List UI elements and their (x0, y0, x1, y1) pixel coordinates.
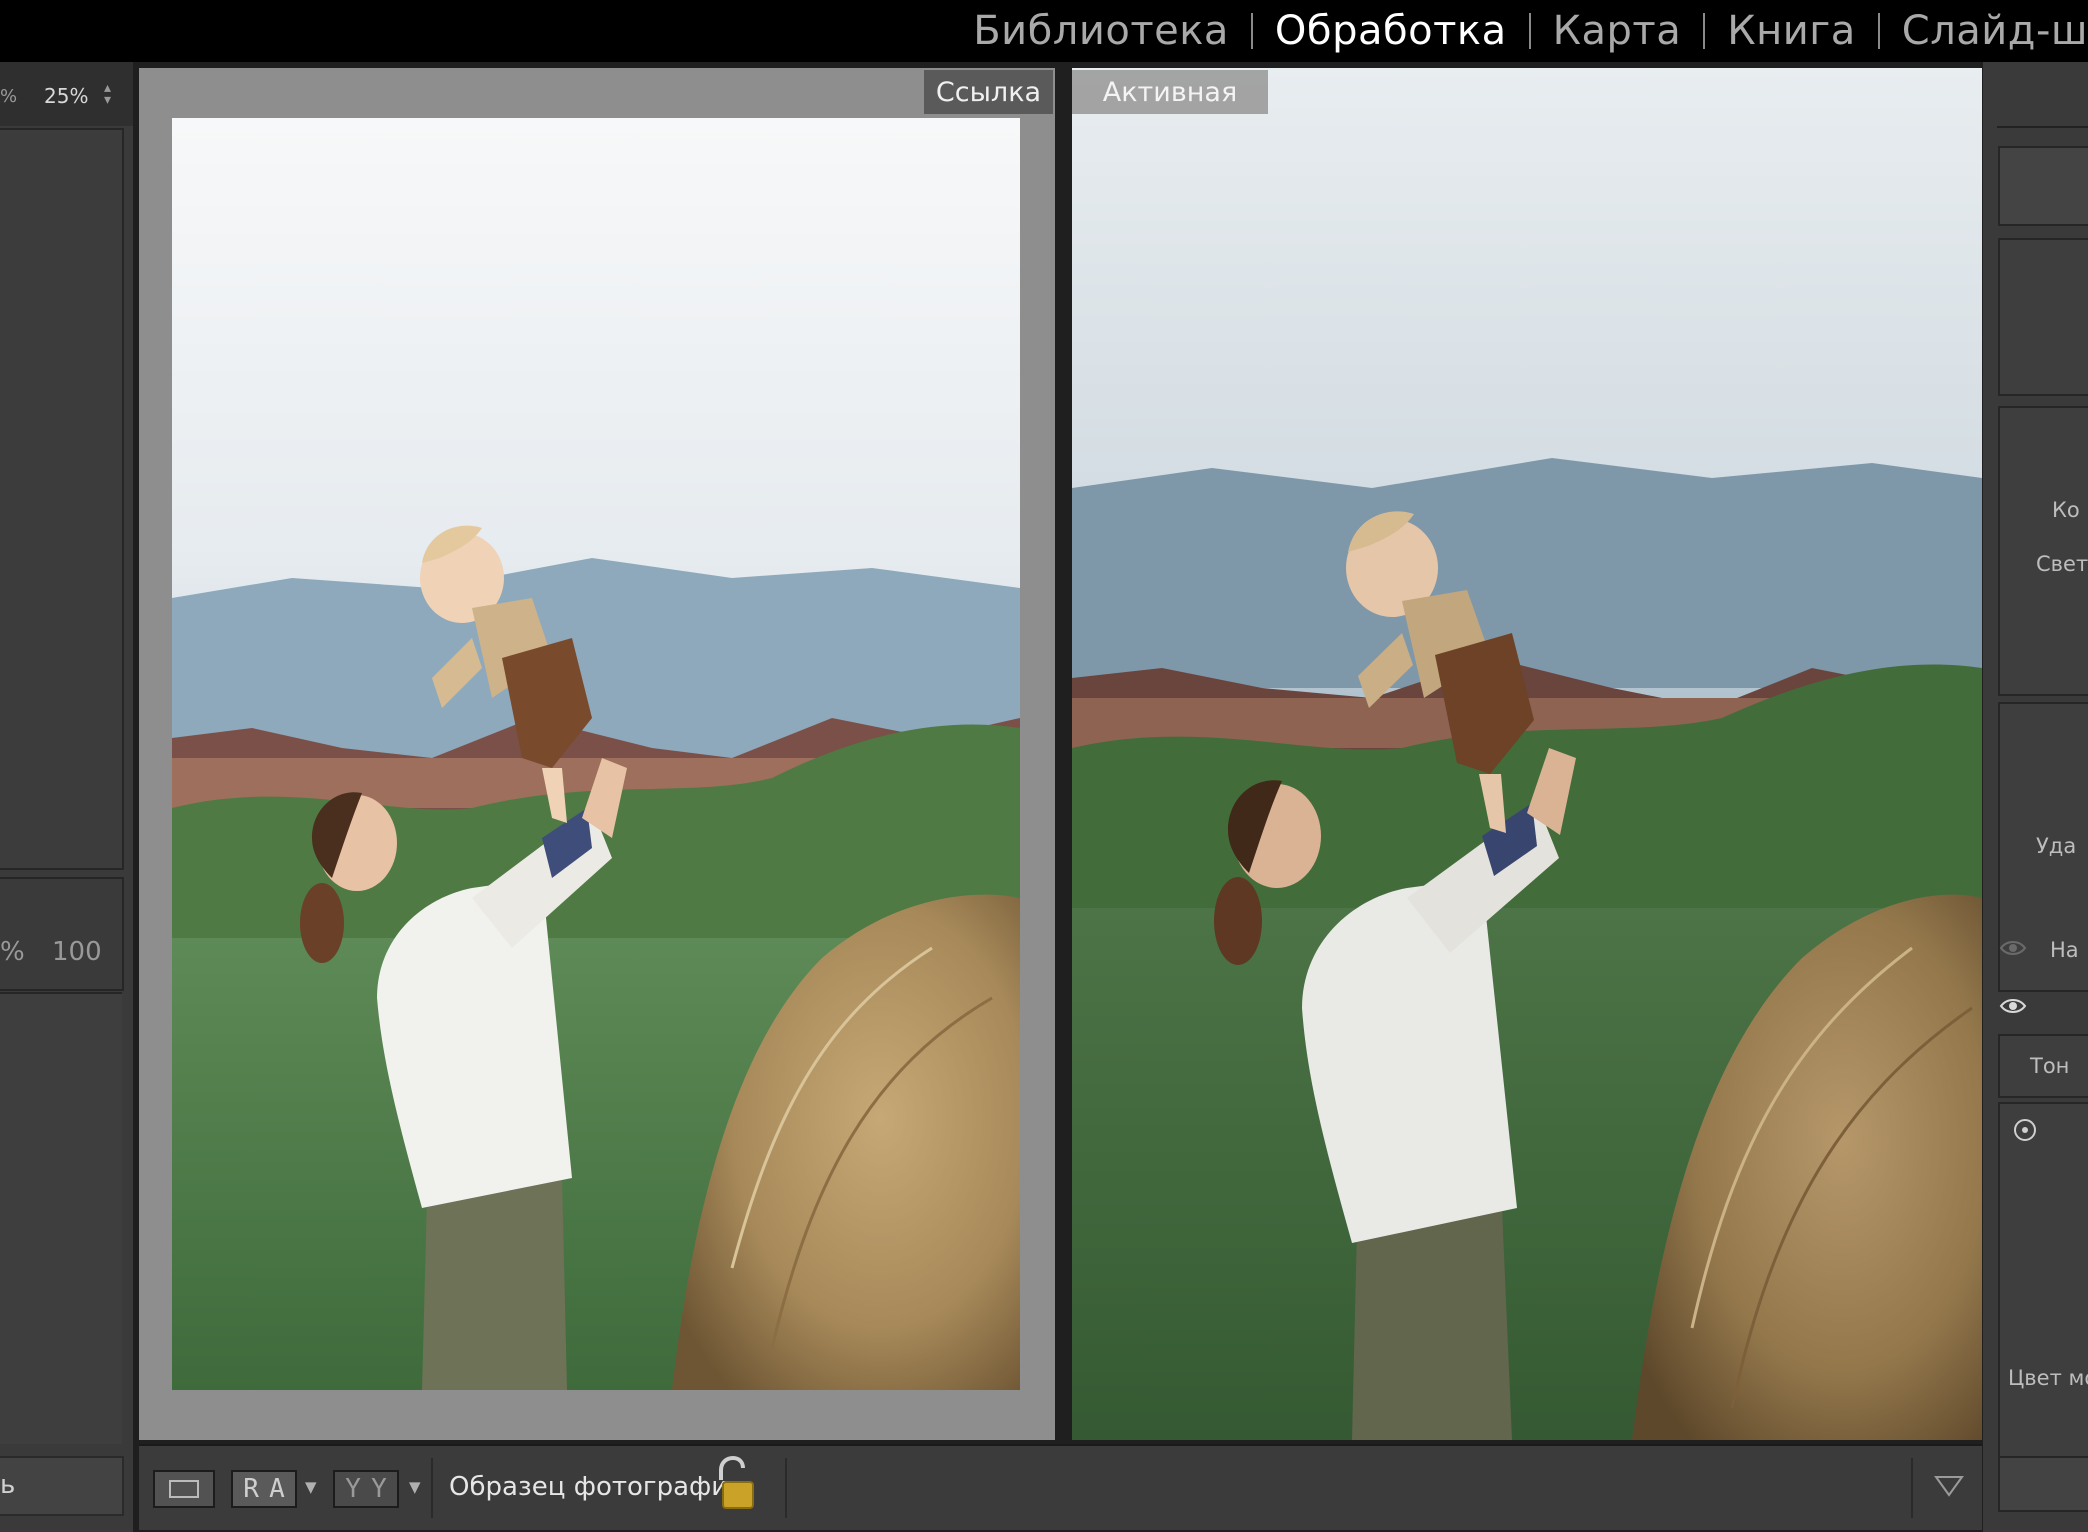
color-panel: Цвет мо (1998, 1102, 2088, 1502)
reference-active-view-button[interactable]: R A (231, 1470, 297, 1508)
module-book[interactable]: Книга (1727, 8, 1856, 54)
right-panel: Ко Свет Уда На Тон Цвет мо (1983, 62, 2088, 1532)
sample-photo-label: Образец фотографии: (449, 1472, 754, 1502)
before-letter: Y (345, 1474, 361, 1504)
module-separator (1528, 13, 1531, 49)
visibility-on-icon[interactable] (1999, 996, 2027, 1016)
preset-amount-panel: % 100 (0, 877, 124, 991)
reference-photo[interactable] (172, 118, 1020, 1390)
loupe-view-button[interactable] (153, 1470, 215, 1508)
basic-panel: Ко Свет (1998, 406, 2088, 696)
target-adjustment-icon[interactable] (2011, 1116, 2039, 1144)
tool-strip[interactable] (1998, 238, 2088, 396)
tab-tone-label: Тон (2030, 1054, 2070, 1078)
toolbar-divider (431, 1458, 433, 1518)
toolbar-menu-triangle-icon[interactable] (1934, 1474, 1964, 1498)
develop-toolbar: R A ▼ Y Y ▼ Образец фотографии: (139, 1444, 1982, 1530)
toolbar-divider (1911, 1458, 1913, 1518)
ra-dropdown-caret-icon[interactable]: ▼ (305, 1478, 317, 1496)
module-separator (1703, 13, 1706, 49)
active-photo[interactable] (1072, 68, 1982, 1440)
left-panel: % 25% ▴ ▾ % 100 ь (0, 62, 133, 1532)
module-develop[interactable]: Обработка (1275, 8, 1507, 54)
panel-label-remove: Уда (2036, 834, 2077, 858)
reference-letter: R (243, 1474, 259, 1504)
module-library[interactable]: Библиотека (973, 8, 1229, 54)
unlock-icon[interactable] (715, 1456, 755, 1512)
visibility-off-icon[interactable] (1999, 938, 2027, 958)
module-bar: Библиотека Обработка Карта Книга Слайд-ш (0, 0, 2088, 62)
tone-tab[interactable]: Тон (1998, 1034, 2088, 1098)
zoom-level-value[interactable]: 25% (44, 84, 88, 108)
module-list: Библиотека Обработка Карта Книга Слайд-ш (973, 0, 2088, 62)
yy-dropdown-caret-icon[interactable]: ▼ (409, 1478, 421, 1496)
copy-button-label: ь (0, 1470, 16, 1500)
panel-label-settings: На (2050, 938, 2079, 962)
active-letter: A (269, 1474, 285, 1504)
reference-label: Ссылка (924, 70, 1053, 114)
toolbar-divider (785, 1458, 787, 1518)
reset-button[interactable] (1998, 1456, 2088, 1512)
navigator-zoom-header: % 25% ▴ ▾ (0, 62, 133, 126)
presets-list[interactable] (0, 992, 122, 1444)
copy-button[interactable]: ь (0, 1456, 124, 1516)
active-photo-image (1072, 68, 1982, 1440)
panel-divider (1997, 126, 2088, 128)
module-map[interactable]: Карта (1553, 8, 1682, 54)
zoom-fit-option[interactable]: % (0, 86, 17, 107)
amount-slider-label: % (0, 937, 25, 967)
histogram-panel[interactable] (1998, 146, 2088, 226)
navigator-preview[interactable] (0, 128, 124, 870)
module-separator (1250, 13, 1253, 49)
module-separator (1877, 13, 1880, 49)
reference-photo-image (172, 118, 1020, 1390)
before-after-view-button[interactable]: Y Y (333, 1470, 399, 1508)
after-letter: Y (371, 1474, 387, 1504)
panel-label-color: Цвет мо (2008, 1366, 2088, 1390)
module-slideshow[interactable]: Слайд-ш (1902, 8, 2088, 54)
amount-value[interactable]: 100 (52, 937, 102, 967)
panel-label-light: Свет (2036, 552, 2088, 576)
active-label: Активная (1072, 70, 1268, 114)
zoom-stepper-icon[interactable]: ▴ ▾ (104, 81, 111, 107)
panel-label-contrast: Ко (2052, 498, 2080, 522)
